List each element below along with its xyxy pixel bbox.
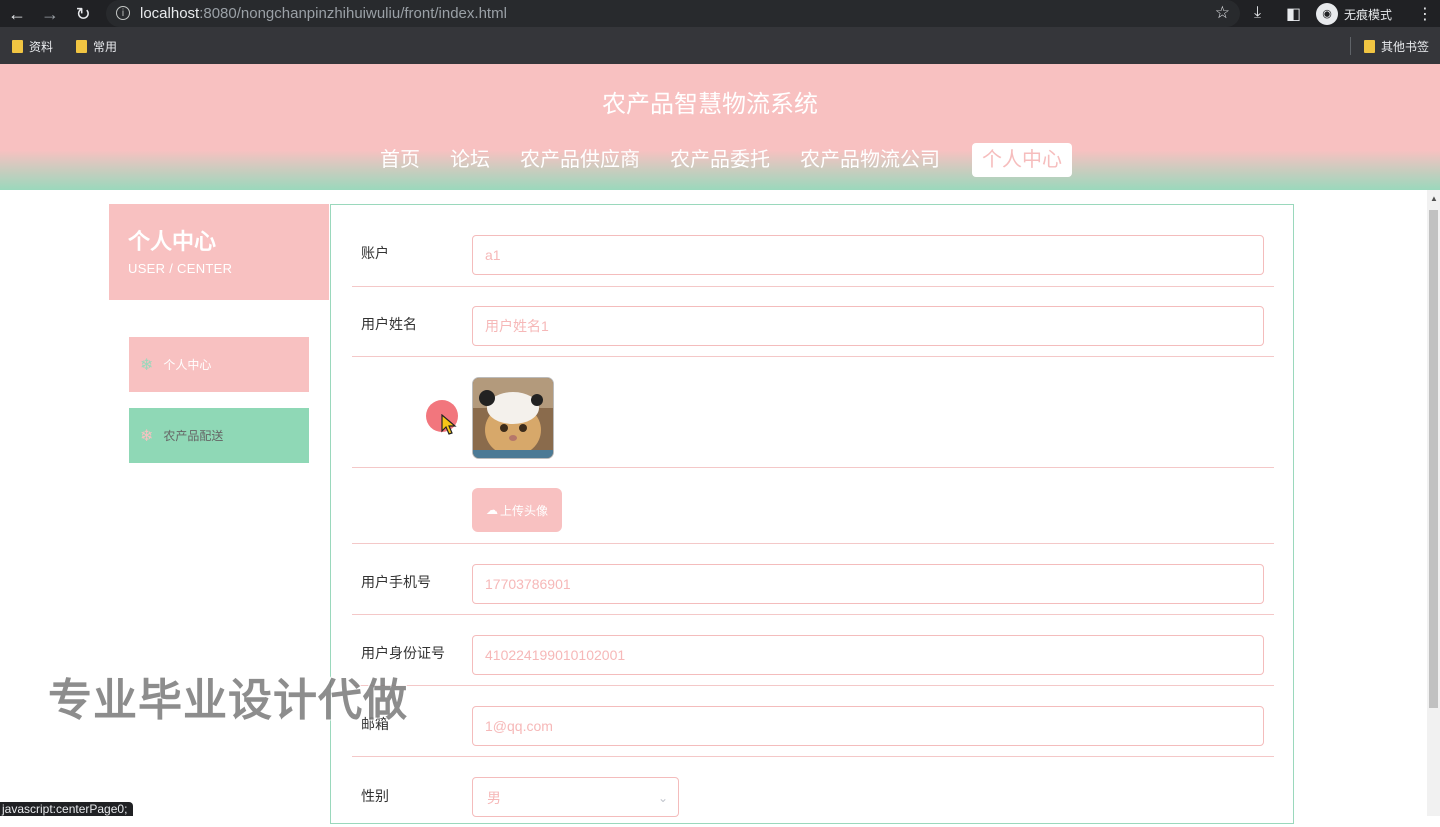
address-bar[interactable]: i localhost:8080/nongchanpinzhihuiwuliu/… [106, 0, 1240, 27]
form-row-email: 邮箱 [352, 686, 1274, 757]
phone-input[interactable] [472, 564, 1264, 604]
back-icon[interactable]: ← [6, 3, 28, 25]
side-panel-icon[interactable]: ◧ [1286, 4, 1301, 24]
watermark-text: 专业毕业设计代做 [48, 676, 408, 725]
page-scrollbar[interactable]: ▲ [1427, 190, 1440, 816]
sidebar-subtitle: USER / CENTER [128, 261, 233, 276]
reload-icon[interactable]: ↻ [72, 3, 94, 25]
form-row-gender: 性别 男 ⌄ [352, 757, 1274, 827]
sidebar-item-delivery[interactable]: ❄ 农产品配送 [129, 408, 309, 463]
bookmark-separator [1350, 37, 1351, 55]
bookmark-star-icon[interactable]: ☆ [1215, 3, 1230, 23]
avatar[interactable] [472, 377, 554, 459]
gender-label: 性别 [361, 788, 389, 804]
cloud-upload-icon: ☁ [485, 503, 498, 517]
sidebar-item-label: 农产品配送 [163, 429, 224, 443]
folder-icon [76, 40, 87, 53]
menu-item-home[interactable]: 首页 [370, 143, 430, 177]
incognito-icon[interactable]: ◉ [1316, 3, 1338, 25]
sidebar-title: 个人中心 [128, 229, 217, 254]
menu-item-supplier[interactable]: 农产品供应商 [510, 143, 650, 177]
snowflake-icon: ❄ [140, 427, 154, 445]
form-row-avatar [352, 357, 1274, 468]
email-input[interactable] [472, 706, 1264, 746]
upload-avatar-button[interactable]: ☁ 上传头像 [472, 488, 562, 532]
form-row-id-number: 用户身份证号 [352, 615, 1274, 686]
scroll-up-icon[interactable]: ▲ [1430, 194, 1438, 203]
form-row-phone: 用户手机号 [352, 544, 1274, 615]
site-info-icon[interactable]: i [116, 6, 130, 20]
form-row-user-name: 用户姓名 [352, 286, 1274, 357]
profile-form: 账户 用户姓名 ☁ 上传头像 用户手机号 [330, 204, 1294, 824]
menu-item-personal-center[interactable]: 个人中心 [972, 143, 1072, 177]
avatar-cat-image [473, 378, 553, 458]
sidebar-header: 个人中心 USER / CENTER [109, 204, 329, 300]
gender-select[interactable]: 男 ⌄ [472, 777, 679, 817]
id-number-input[interactable] [472, 635, 1264, 675]
status-bar: javascript:centerPage0; [0, 802, 134, 816]
user-name-label: 用户姓名 [361, 316, 417, 332]
browser-toolbar: ← → ↻ i localhost:8080/nongchanpinzhihui… [0, 0, 1440, 27]
chevron-down-icon: ⌄ [657, 791, 668, 805]
account-label: 账户 [361, 245, 389, 261]
user-name-input[interactable] [472, 306, 1264, 346]
menu-item-logistics[interactable]: 农产品物流公司 [790, 143, 950, 177]
incognito-label: 无痕模式 [1344, 8, 1393, 22]
sidebar-item-label: 个人中心 [163, 358, 212, 372]
menu-item-forum[interactable]: 论坛 [440, 143, 500, 177]
sidebar-item-personal-center[interactable]: ❄ 个人中心 [129, 337, 309, 392]
forward-icon[interactable]: → [39, 3, 61, 25]
id-number-label: 用户身份证号 [361, 645, 445, 661]
account-input[interactable] [472, 235, 1264, 275]
folder-icon [12, 40, 23, 53]
main-menu: 首页 论坛 农产品供应商 农产品委托 农产品物流公司 个人中心 [370, 143, 1082, 177]
form-row-upload: ☁ 上传头像 [352, 468, 1274, 544]
other-bookmarks[interactable]: 其他书签 [1364, 38, 1429, 55]
bookmarks-bar: 资料 常用 其他书签 [0, 27, 1440, 64]
download-icon[interactable]: ⤓ [1254, 4, 1261, 22]
form-row-account: 账户 [352, 205, 1274, 287]
mouse-cursor-icon [441, 414, 457, 435]
menu-dots-icon[interactable]: ⋮ [1417, 4, 1433, 24]
menu-item-entrust[interactable]: 农产品委托 [660, 143, 780, 177]
site-header: 农产品智慧物流系统 首页 论坛 农产品供应商 农产品委托 农产品物流公司 个人中… [0, 64, 1440, 190]
scrollbar-thumb[interactable] [1429, 210, 1438, 708]
snowflake-icon: ❄ [140, 356, 154, 374]
bookmark-folder[interactable]: 资料 [12, 38, 53, 55]
bookmark-folder[interactable]: 常用 [76, 38, 117, 55]
site-title: 农产品智慧物流系统 [602, 91, 818, 118]
phone-label: 用户手机号 [361, 574, 431, 590]
folder-icon [1364, 40, 1375, 53]
url-text: localhost:8080/nongchanpinzhihuiwuliu/fr… [140, 5, 507, 22]
